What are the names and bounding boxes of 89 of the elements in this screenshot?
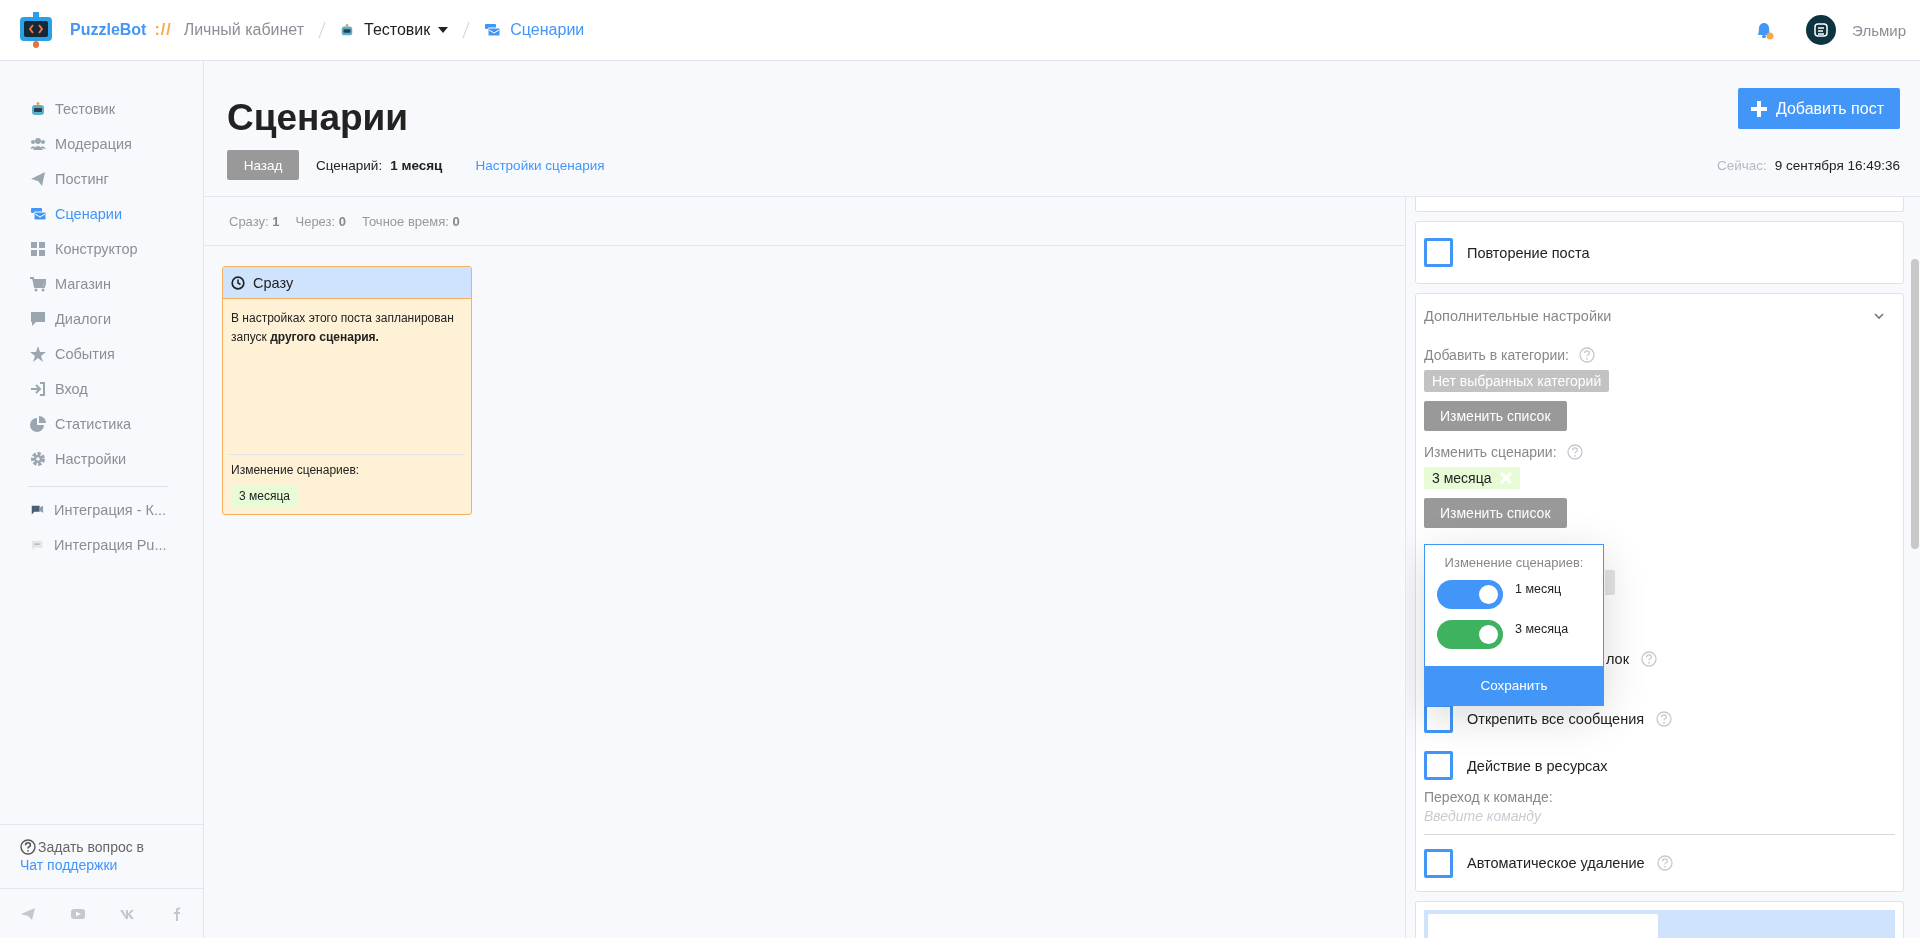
save-button[interactable]: Сохранить	[1425, 666, 1603, 705]
empty-category-tag: Нет выбранных категорий	[1424, 370, 1610, 392]
sign-in-icon	[30, 380, 46, 397]
help-icon	[1566, 444, 1583, 460]
slash-icon	[318, 21, 327, 39]
pie-chart-icon	[30, 415, 46, 432]
bot-dropdown[interactable]: Тестовик	[364, 21, 449, 39]
help-icon	[1578, 347, 1595, 363]
toggle-label: 3 месяца	[1515, 622, 1569, 636]
add-post-button[interactable]: Добавить пост	[1737, 88, 1900, 129]
sidebar-item[interactable]: Интеграция - К...	[30, 492, 167, 527]
avatar-icon	[1806, 15, 1837, 45]
field-label: Переход к команде:	[1424, 789, 1554, 805]
tab[interactable]	[1428, 914, 1658, 938]
stat-counter: Точное время: 0	[362, 213, 460, 229]
back-button[interactable]: Назад	[227, 150, 299, 180]
scenario-label: Сценарий:	[316, 157, 383, 173]
sidebar-item[interactable]: Настройки	[30, 441, 127, 476]
post-text: В настройках этого поста запланирован запуск другого сценария.	[230, 310, 455, 346]
stat-counter: Сразу: 1	[229, 213, 280, 229]
scrollbar-thumb[interactable]	[1911, 259, 1919, 549]
page-title: Сценарии	[227, 96, 409, 140]
support-chat-link[interactable]: Чат поддержки	[20, 857, 118, 873]
sidebar-item[interactable]: Диалоги	[30, 301, 112, 336]
section-header[interactable]: Дополнительные настройки	[1424, 294, 1895, 334]
help-icon	[1656, 855, 1673, 871]
checkbox-label: Автоматическое удаление	[1467, 855, 1645, 871]
envelope-stack-icon	[484, 22, 501, 38]
sidebar-item[interactable]: Сценарии	[30, 196, 122, 231]
caret-icon	[438, 27, 449, 33]
slash-icon	[462, 21, 471, 39]
popup-title: Изменение сценариев:	[1443, 555, 1585, 570]
brand-separator: ://	[154, 21, 172, 39]
sidebar-item[interactable]: Тестовик	[30, 91, 116, 126]
current-time: 9 сентября 16:49:36	[1774, 157, 1900, 173]
toggle-switch[interactable]	[1437, 580, 1503, 609]
paper-plane-icon[interactable]	[20, 905, 36, 922]
checkbox-label: Открепить все сообщения	[1467, 710, 1645, 727]
sidebar-item[interactable]: События	[30, 336, 115, 371]
breadcrumb-link[interactable]: Личный кабинет	[183, 21, 305, 39]
checkbox-label: Действие в ресурсах	[1467, 757, 1608, 774]
change-list-button[interactable]: Изменить список	[1424, 401, 1567, 431]
checkbox[interactable]	[1424, 238, 1453, 267]
post-timing: Сразу	[253, 274, 294, 291]
help-icon	[1641, 651, 1658, 667]
star-icon	[30, 345, 46, 362]
checkbox[interactable]	[1424, 848, 1453, 878]
checkbox-label: Повторение поста	[1467, 244, 1590, 261]
stat-counter: Через: 0	[295, 213, 346, 229]
clock-icon	[231, 275, 245, 290]
toggle-label: 1 месяц	[1515, 582, 1562, 596]
cart-icon	[30, 275, 46, 292]
sidebar-item[interactable]: Магазин	[30, 266, 111, 301]
grid-icon	[30, 240, 46, 257]
chat-icon	[30, 310, 46, 327]
time-label: Сейчас:	[1717, 157, 1767, 173]
users-icon	[30, 135, 46, 152]
scenario-tag: 3 месяца	[231, 485, 298, 507]
tag-background	[1605, 570, 1615, 595]
breadcrumb-link[interactable]: Сценарии	[510, 21, 585, 39]
robot-icon	[30, 100, 46, 117]
close-icon[interactable]	[1500, 472, 1513, 484]
help-icon	[20, 839, 36, 855]
post-footer-label: Изменение сценариев:	[231, 463, 361, 477]
plus-icon	[1749, 99, 1768, 118]
scenario-name: 1 месяц	[390, 157, 443, 173]
logo-icon	[20, 12, 52, 48]
toggle-switch[interactable]	[1437, 620, 1503, 649]
settings-icon	[30, 450, 46, 467]
sidebar-item[interactable]: Статистика	[30, 406, 132, 441]
change-list-button[interactable]: Изменить список	[1424, 498, 1567, 528]
sidebar-item[interactable]: Вход	[30, 371, 88, 406]
user-name[interactable]: Эльмир	[1852, 21, 1906, 39]
robot-icon	[340, 22, 355, 38]
post-card[interactable]: Сразу В настройках этого поста запланирован запуск другого сценария. Изменение сценариев: 3 месяца	[222, 266, 472, 515]
field-label: Изменить сценарии:	[1424, 444, 1557, 460]
sidebar-item[interactable]: Интеграция Pu...	[30, 527, 167, 562]
envelope-stack-icon	[30, 205, 46, 222]
sidebar-item[interactable]: Конструктор	[30, 231, 138, 266]
checkbox-label: лок	[1606, 651, 1630, 667]
sidebar-item[interactable]: Постинг	[30, 161, 109, 196]
checkbox[interactable]	[1424, 751, 1453, 780]
help-text: Задать вопрос в Чат поддержки	[20, 838, 146, 874]
field-label: Добавить в категории:	[1424, 347, 1569, 363]
paper-plane-icon	[30, 170, 46, 187]
scenario-settings-link[interactable]: Настройки сценария	[475, 157, 605, 173]
brand-name[interactable]: PuzzleBot	[70, 21, 147, 39]
sidebar-item[interactable]: Модерация	[30, 126, 132, 161]
scenario-tag: 3 месяца	[1424, 467, 1521, 489]
